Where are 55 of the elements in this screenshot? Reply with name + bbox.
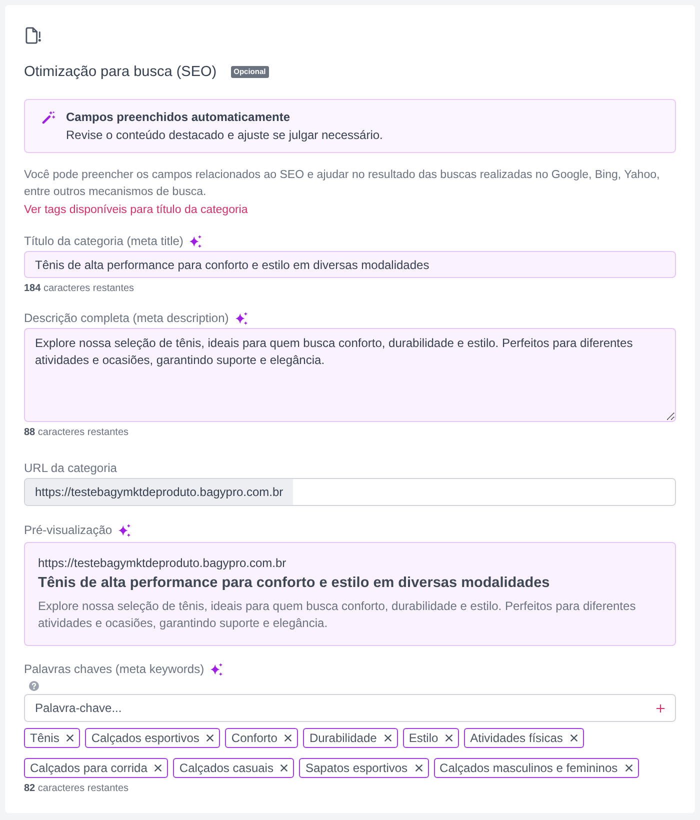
remove-tag-button[interactable] xyxy=(284,734,292,742)
field-label: Palavras chaves (meta keywords) xyxy=(24,661,204,677)
tag-label: Conforto xyxy=(231,730,278,747)
plus-icon xyxy=(656,704,664,712)
tag-label: Atividades físicas xyxy=(470,730,563,747)
preview-title: Tênis de alta performance para conforto e estilo em diversas modalidades xyxy=(38,574,551,593)
description-textarea[interactable]: Explore nossa seleção de tênis, ideais para quem busca conforto, durabilidade e estilo. Perfeitos para diferentes atividades e ocasiões, garantindo suporte e elegância. xyxy=(24,328,676,422)
remove-tag-button[interactable] xyxy=(154,764,162,772)
remove-tag-button[interactable] xyxy=(66,734,74,742)
add-keyword-button[interactable] xyxy=(654,702,666,714)
keyword-input[interactable]: Palavra-chave... xyxy=(24,694,676,722)
intro-text: Você pode preencher os campos relacionados ao SEO e ajudar no resultado das buscas realizadas no Google, Bing, Yahoo, entre outros mecanismos de busca. xyxy=(24,168,661,200)
remove-tag-button[interactable] xyxy=(624,764,633,772)
field-label: URL da categoria xyxy=(24,460,117,476)
remove-tag-button[interactable] xyxy=(570,734,578,742)
available-tags-link[interactable]: Ver tags disponíveis para título da categoria xyxy=(24,202,248,218)
remove-tag-button[interactable] xyxy=(280,764,288,772)
section-title: Otimização para busca (SEO) xyxy=(24,63,217,82)
close-icon xyxy=(570,734,578,742)
url-field[interactable]: https://testebagymktdeproduto.bagypro.com.br xyxy=(24,478,676,506)
field-label: Pré-visualização xyxy=(24,522,112,538)
field-label: Descrição completa (meta description) xyxy=(24,310,229,326)
tag-label: Calçados masculinos e femininos xyxy=(440,760,618,777)
close-icon xyxy=(206,734,214,742)
document-alert-icon xyxy=(25,27,42,44)
notice-message: Revise o conteúdo destacado e ajuste se julgar necessário. xyxy=(66,127,383,144)
remove-tag-button[interactable] xyxy=(384,734,392,742)
close-icon xyxy=(66,734,74,742)
url-prefix: https://testebagymktdeproduto.bagypro.com.br xyxy=(25,479,294,505)
preview-url: https://testebagymktdeproduto.bagypro.com.br xyxy=(38,555,288,571)
tag-label: Calçados casuais xyxy=(179,760,274,777)
title-input[interactable]: Tênis de alta performance para conforto e estilo em diversas modalidades xyxy=(24,251,676,278)
close-icon xyxy=(445,734,454,742)
tag-label: Tênis xyxy=(30,730,60,747)
field-label: Título da categoria (meta title) xyxy=(24,233,184,249)
remove-tag-button[interactable] xyxy=(414,764,423,772)
close-icon xyxy=(384,734,392,742)
characters-remaining: 88 caracteres restantes xyxy=(24,426,130,439)
notice-title: Campos preenchidos automaticamente xyxy=(66,109,292,126)
tag-label: Estilo xyxy=(408,730,438,747)
preview-description: Explore nossa seleção de tênis, ideais para quem busca conforto, durabilidade e estilo. Perfeitos para diferentes atividades e ocasiões, garantindo suporte e elegância. xyxy=(38,598,637,632)
remove-tag-button[interactable] xyxy=(445,734,454,742)
characters-remaining: 184 caracteres restantes xyxy=(24,282,136,295)
tag-label: Calçados para corrida xyxy=(30,760,148,777)
remove-tag-button[interactable] xyxy=(206,734,214,742)
close-icon xyxy=(624,764,633,772)
close-icon xyxy=(280,764,288,772)
close-icon xyxy=(284,734,292,742)
tag-label: Calçados esportivos xyxy=(91,730,200,747)
magic-wand-icon xyxy=(42,111,55,124)
tag-label: Durabilidade xyxy=(309,730,377,747)
close-icon xyxy=(154,764,162,772)
tag-label: Sapatos esportivos xyxy=(305,760,408,777)
close-icon xyxy=(414,764,423,772)
characters-remaining: 82 caracteres restantes xyxy=(24,782,130,795)
